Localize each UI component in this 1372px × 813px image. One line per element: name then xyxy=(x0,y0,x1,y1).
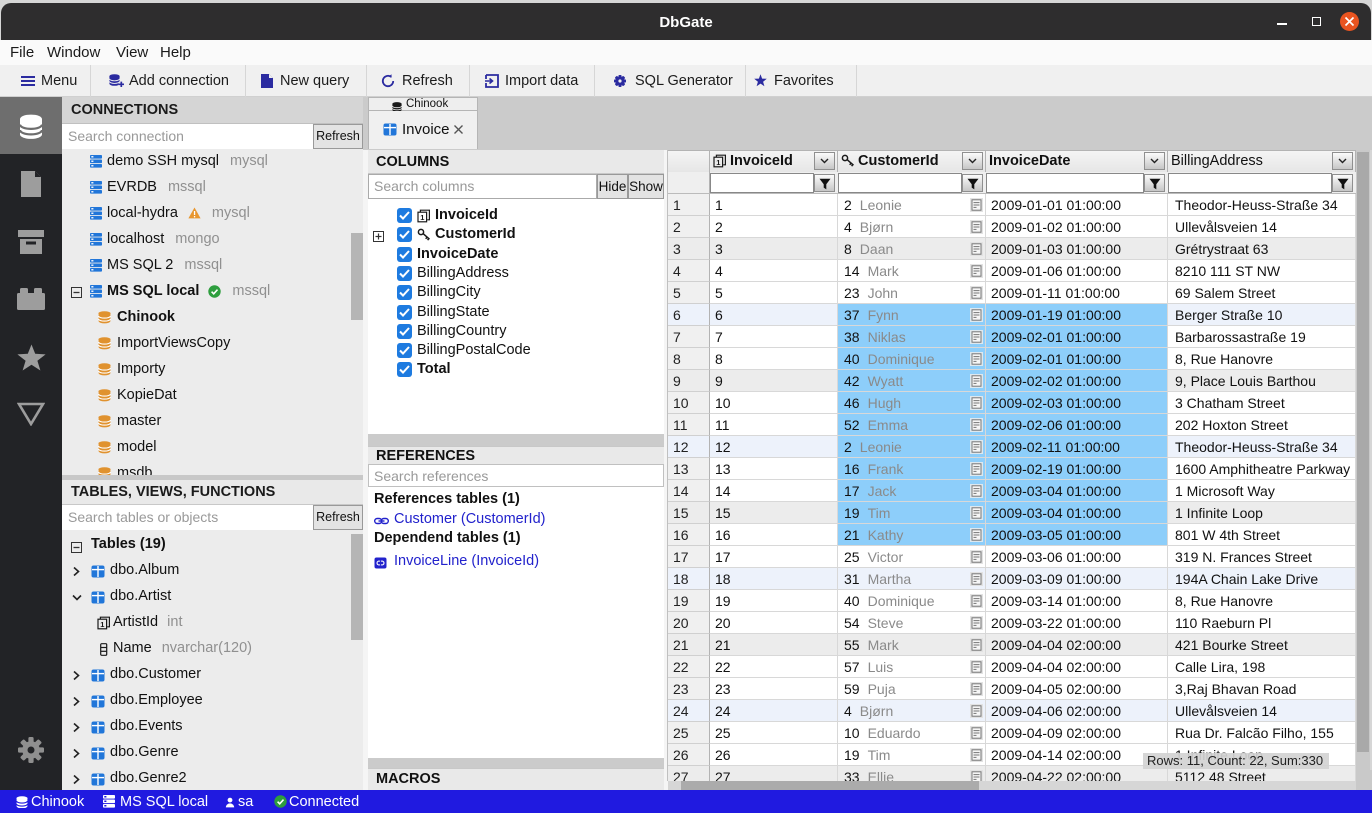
svg-text:1: 1 xyxy=(100,620,104,629)
svg-text:1: 1 xyxy=(716,158,720,167)
svg-text:1: 1 xyxy=(420,213,424,222)
